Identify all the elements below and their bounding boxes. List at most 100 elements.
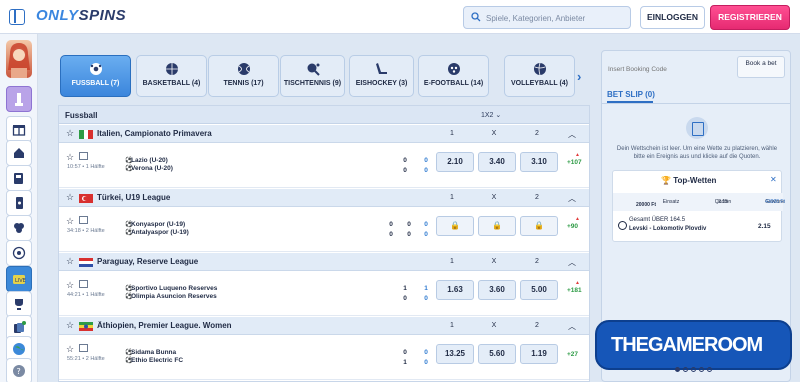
star-icon[interactable]: ☆ xyxy=(66,216,74,227)
sidebar-item-trophy[interactable] xyxy=(6,291,32,317)
star-icon[interactable]: ☆ xyxy=(66,344,74,355)
more-markets-link[interactable]: +181 xyxy=(567,287,582,294)
more-markets-link[interactable]: +90 xyxy=(567,223,578,230)
phone-icon xyxy=(16,197,23,209)
stats-icon[interactable] xyxy=(79,280,88,288)
odd-1-button[interactable]: 1.63 xyxy=(436,280,474,300)
odd-x-locked: 🔒 xyxy=(478,216,516,236)
search-input[interactable] xyxy=(486,11,626,25)
booking-code-input[interactable] xyxy=(608,58,728,80)
market-selector[interactable]: 1X2 ⌄ xyxy=(481,111,501,119)
carousel-dot[interactable] xyxy=(707,367,712,372)
sidebar-item-slots[interactable] xyxy=(6,165,32,191)
stats-icon[interactable] xyxy=(79,344,88,352)
clover-icon xyxy=(14,223,24,233)
register-button[interactable]: REGISTRIEREN xyxy=(710,5,790,30)
chevron-up-icon[interactable]: ︿ xyxy=(568,321,576,332)
star-icon[interactable]: ☆ xyxy=(66,192,74,203)
star-icon[interactable]: ☆ xyxy=(66,128,74,139)
top-bet-summary: Einsatz 20000 Ft Quoten 2.15 Gewinne 43000 … xyxy=(613,193,785,211)
carousel-dot[interactable] xyxy=(683,367,688,372)
book-bet-button[interactable]: Book a bet xyxy=(737,56,785,78)
star-icon[interactable]: ☆ xyxy=(66,152,74,163)
menu-toggle-icon[interactable] xyxy=(9,9,25,25)
top-bets-card[interactable]: 🏆 Top-Wetten ✕ Einsatz 20000 Ft Quoten 2.1… xyxy=(612,170,785,242)
tab-efootball[interactable]: E-FOOTBALL (14) xyxy=(418,55,489,97)
selection-event: Levski - Lokomotiv Plovdiv xyxy=(629,226,707,232)
league-header[interactable]: ☆ Paraguay, Reserve League 1 X 2 ︿ xyxy=(59,253,589,271)
odd-2-button[interactable]: 5.00 xyxy=(520,280,558,300)
search-box[interactable] xyxy=(463,6,631,29)
sidebar-item-sports[interactable] xyxy=(6,240,32,266)
ice-hockey-icon xyxy=(375,63,387,74)
sidebar-item-gift[interactable] xyxy=(6,116,32,142)
more-markets-link[interactable]: +107 xyxy=(567,159,582,166)
sidebar-item-home[interactable] xyxy=(6,140,32,166)
odd-1-button[interactable]: 2.10 xyxy=(436,152,474,172)
home-team: ⚽Lazio (U-20) xyxy=(125,157,168,164)
away-team: ⚽Ethio Electric FC xyxy=(125,357,184,364)
tab-basketball[interactable]: BASKETBALL (4) xyxy=(136,55,207,97)
league-header[interactable]: ☆ Italien, Campionato Primavera 1 X 2 ︿ xyxy=(59,125,589,143)
odd-2-locked: 🔒 xyxy=(520,216,558,236)
chevron-right-icon[interactable]: › xyxy=(577,69,581,84)
odd-2-button[interactable]: 1.19 xyxy=(520,344,558,364)
avatar[interactable] xyxy=(6,40,32,78)
carousel-dot[interactable] xyxy=(691,367,696,372)
sidebar-item-tower[interactable] xyxy=(6,86,32,112)
chevron-up-icon[interactable]: ︿ xyxy=(568,257,576,268)
sidebar-item-phone[interactable] xyxy=(6,190,32,216)
events-header: Fussball 1X2 ⌄ xyxy=(59,106,589,124)
selection-odd: 2.15 xyxy=(758,223,771,230)
match-row[interactable]: ☆ 55:21 • 2 Hälfte ⚽Sidama Bunna ⚽Ethio … xyxy=(59,336,589,380)
home-team: ⚽Sidama Bunna xyxy=(125,349,177,356)
close-icon[interactable]: ✕ xyxy=(770,175,777,184)
tab-volleyball[interactable]: VOLLEYBALL (4) xyxy=(504,55,575,97)
star-icon[interactable]: ☆ xyxy=(66,320,74,331)
odd-x-button[interactable]: 5.60 xyxy=(478,344,516,364)
chevron-up-icon[interactable]: ︿ xyxy=(568,129,576,140)
stats-icon[interactable] xyxy=(79,216,88,224)
odd-2-button[interactable]: 3.10 xyxy=(520,152,558,172)
more-markets-link[interactable]: +27 xyxy=(567,351,578,358)
sidebar-item-help[interactable]: ? xyxy=(6,358,32,382)
home-team-name: Lazio (U-20) xyxy=(131,157,168,164)
match-time: 10:57 • 1 Hälfte xyxy=(67,164,105,170)
match-row[interactable]: ☆ 10:57 • 1 Hälfte ⚽Lazio (U-20) ⚽Verona… xyxy=(59,144,589,188)
odd-1-button[interactable]: 13.25 xyxy=(436,344,474,364)
away-score-half: 0 xyxy=(424,167,428,174)
tab-label: VOLLEYBALL (4) xyxy=(510,80,569,87)
carousel-dot[interactable] xyxy=(675,367,680,372)
league-header[interactable]: ☆ Äthiopien, Premier League. Women 1 X 2… xyxy=(59,317,589,335)
away-team-name: Antalyaspor (U-19) xyxy=(131,229,189,236)
search-icon xyxy=(471,12,481,22)
tab-football[interactable]: FUSSBALL (7) xyxy=(60,55,131,97)
match-row[interactable]: ☆ 34:18 • 2 Hälfte ⚽Konyaspor (U-19) ⚽An… xyxy=(59,208,589,252)
tab-ice-hockey[interactable]: EISHOCKEY (3) xyxy=(349,55,414,97)
match-row[interactable]: ☆ 44:21 • 1 Hälfte ⚽Sportivo Luqueno Res… xyxy=(59,272,589,316)
odd-x-button[interactable]: 3.40 xyxy=(478,152,516,172)
sidebar-item-clover[interactable] xyxy=(6,215,32,241)
top-bets-title-text: Top-Wetten xyxy=(673,176,717,185)
tab-tennis[interactable]: TENNIS (17) xyxy=(208,55,279,97)
tab-label: FUSSBALL (7) xyxy=(71,80,120,87)
col-1-label: 1 xyxy=(450,258,454,265)
gift-icon xyxy=(12,125,26,136)
away-score: 0 xyxy=(403,295,407,302)
sidebar-item-live[interactable]: LIVE xyxy=(6,266,32,292)
chevron-up-icon[interactable]: ︿ xyxy=(568,193,576,204)
match-time: 55:21 • 2 Hälfte xyxy=(67,356,105,362)
bet-slip-title[interactable]: BET SLIP (0) xyxy=(607,90,655,99)
star-icon[interactable]: ☆ xyxy=(66,256,74,267)
stats-icon[interactable] xyxy=(79,152,88,160)
col-2-label: 2 xyxy=(535,322,539,329)
carousel-dot[interactable] xyxy=(699,367,704,372)
tab-table-tennis[interactable]: TISCHTENNIS (9) xyxy=(280,55,345,97)
site-logo[interactable]: ONLYSPINS xyxy=(36,7,126,24)
col-x-label: X xyxy=(491,130,497,137)
odd-x-button[interactable]: 3.60 xyxy=(478,280,516,300)
flag-paraguay-icon xyxy=(79,258,93,267)
star-icon[interactable]: ☆ xyxy=(66,280,74,291)
league-header[interactable]: ☆ Türkei, U19 League 1 X 2 ︿ xyxy=(59,189,589,207)
login-button[interactable]: EINLOGGEN xyxy=(640,6,705,29)
